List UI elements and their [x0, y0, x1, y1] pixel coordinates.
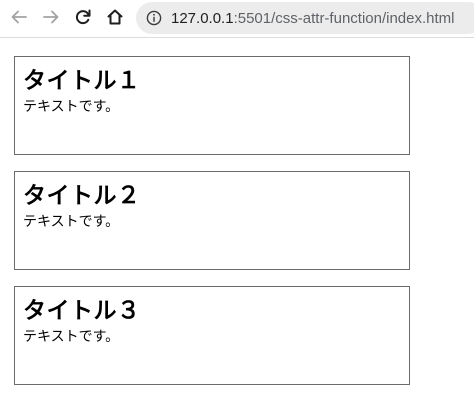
address-bar[interactable]: 127.0.0.1:5501/css-attr-function/index.h… — [136, 2, 474, 34]
reload-icon — [74, 8, 92, 26]
card-title: タイトル２ — [23, 183, 141, 209]
card: タイトル１ テキストです。 — [14, 56, 410, 155]
back-arrow-icon — [10, 8, 28, 26]
url-host: 127.0.0.1 — [171, 9, 234, 27]
card-text: テキストです。 — [23, 214, 120, 230]
card-text: テキストです。 — [23, 99, 120, 115]
card: タイトル３ テキストです。 — [14, 286, 410, 385]
browser-toolbar: 127.0.0.1:5501/css-attr-function/index.h… — [0, 0, 474, 38]
reload-button[interactable] — [70, 4, 96, 30]
url-path: :5501/css-attr-function/index.html — [233, 9, 455, 27]
back-button[interactable] — [6, 4, 32, 30]
home-button[interactable] — [102, 4, 128, 30]
card-title: タイトル１ — [23, 68, 141, 94]
forward-button[interactable] — [38, 4, 64, 30]
card: タイトル２ テキストです。 — [14, 171, 410, 270]
info-icon[interactable] — [146, 10, 162, 26]
url-text: 127.0.0.1:5501/css-attr-function/index.h… — [171, 10, 455, 27]
home-icon — [106, 8, 124, 26]
forward-arrow-icon — [42, 8, 60, 26]
card-text: テキストです。 — [23, 329, 120, 345]
card-title: タイトル３ — [23, 298, 141, 324]
